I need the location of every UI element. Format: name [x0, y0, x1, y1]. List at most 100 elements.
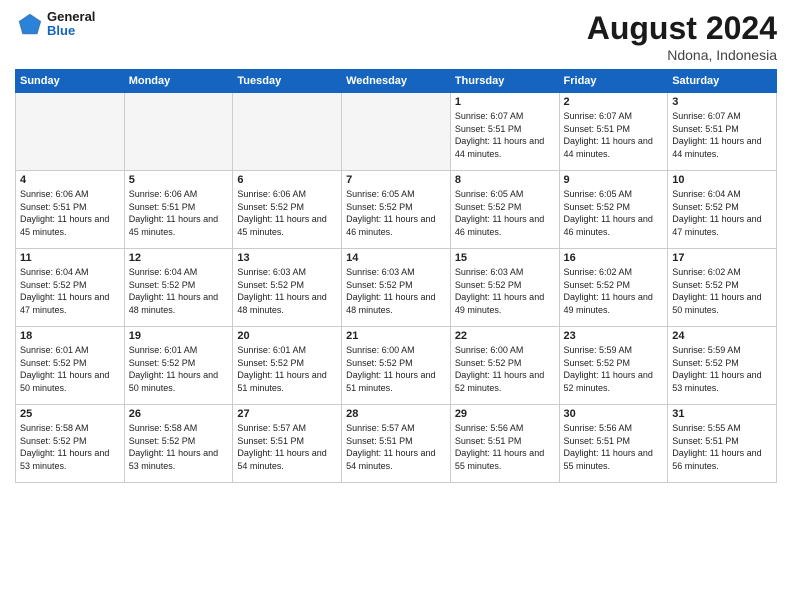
- cell-info: Sunrise: 6:01 AMSunset: 5:52 PMDaylight:…: [237, 344, 337, 394]
- cell-info: Sunrise: 5:59 AMSunset: 5:52 PMDaylight:…: [564, 344, 664, 394]
- day-number: 31: [672, 408, 772, 420]
- cell-info: Sunrise: 5:55 AMSunset: 5:51 PMDaylight:…: [672, 422, 772, 472]
- title-block: August 2024 Ndona, Indonesia: [587, 10, 777, 63]
- cell-info: Sunrise: 5:57 AMSunset: 5:51 PMDaylight:…: [346, 422, 446, 472]
- day-number: 20: [237, 330, 337, 342]
- month-year: August 2024: [587, 10, 777, 47]
- day-number: 17: [672, 252, 772, 264]
- cell-info: Sunrise: 6:06 AMSunset: 5:51 PMDaylight:…: [129, 188, 229, 238]
- calendar-cell: 10Sunrise: 6:04 AMSunset: 5:52 PMDayligh…: [668, 171, 777, 249]
- day-number: 3: [672, 96, 772, 108]
- calendar-cell: 23Sunrise: 5:59 AMSunset: 5:52 PMDayligh…: [559, 327, 668, 405]
- calendar-week-3: 11 Sunrise: 6:04 AMSunset: 5:52 PMDayligh…: [16, 249, 777, 327]
- cell-info: Sunrise: 6:01 AMSunset: 5:52 PMDaylight:…: [20, 344, 120, 394]
- day-number: 2: [564, 96, 664, 108]
- calendar-cell: 8 Sunrise: 6:05 AMSunset: 5:52 PMDaylight…: [450, 171, 559, 249]
- calendar-cell: 5 Sunrise: 6:06 AMSunset: 5:51 PMDaylight…: [124, 171, 233, 249]
- calendar-week-4: 18 Sunrise: 6:01 AMSunset: 5:52 PMDayligh…: [16, 327, 777, 405]
- calendar-week-5: 25 Sunrise: 5:58 AMSunset: 5:52 PMDayligh…: [16, 405, 777, 483]
- day-header-tuesday: Tuesday: [233, 70, 342, 93]
- day-number: 4: [20, 174, 120, 186]
- calendar-cell: 14 Sunrise: 6:03 AMSunset: 5:52 PMDayligh…: [342, 249, 451, 327]
- logo-text: General Blue: [47, 10, 95, 39]
- calendar-cell: 25 Sunrise: 5:58 AMSunset: 5:52 PMDayligh…: [16, 405, 125, 483]
- logo: General Blue: [15, 10, 95, 39]
- header: General Blue August 2024 Ndona, Indonesi…: [15, 10, 777, 63]
- cell-info: Sunrise: 6:02 AMSunset: 5:52 PMDaylight:…: [672, 266, 772, 316]
- day-number: 15: [455, 252, 555, 264]
- cell-info: Sunrise: 6:06 AMSunset: 5:51 PMDaylight:…: [20, 188, 120, 238]
- calendar-cell: 6 Sunrise: 6:06 AMSunset: 5:52 PMDaylight…: [233, 171, 342, 249]
- day-number: 21: [346, 330, 446, 342]
- calendar-table: SundayMondayTuesdayWednesdayThursdayFrid…: [15, 69, 777, 483]
- day-number: 28: [346, 408, 446, 420]
- day-number: 22: [455, 330, 555, 342]
- calendar-cell: 27 Sunrise: 5:57 AMSunset: 5:51 PMDayligh…: [233, 405, 342, 483]
- calendar-cell: 12Sunrise: 6:04 AMSunset: 5:52 PMDayligh…: [124, 249, 233, 327]
- calendar-header-row: SundayMondayTuesdayWednesdayThursdayFrid…: [16, 70, 777, 93]
- cell-info: Sunrise: 6:07 AMSunset: 5:51 PMDaylight:…: [564, 110, 664, 160]
- calendar-body: 1Sunrise: 6:07 AMSunset: 5:51 PMDaylight…: [16, 93, 777, 483]
- day-number: 12: [129, 252, 229, 264]
- calendar-week-2: 4 Sunrise: 6:06 AMSunset: 5:51 PMDaylight…: [16, 171, 777, 249]
- logo-icon: [15, 10, 43, 38]
- cell-info: Sunrise: 6:05 AMSunset: 5:52 PMDaylight:…: [564, 188, 664, 238]
- day-number: 29: [455, 408, 555, 420]
- calendar-cell: 7Sunrise: 6:05 AMSunset: 5:52 PMDaylight…: [342, 171, 451, 249]
- calendar-cell: 26 Sunrise: 5:58 AMSunset: 5:52 PMDayligh…: [124, 405, 233, 483]
- cell-info: Sunrise: 6:05 AMSunset: 5:52 PMDaylight:…: [455, 188, 555, 238]
- day-number: 18: [20, 330, 120, 342]
- day-number: 9: [564, 174, 664, 186]
- calendar-cell: 30Sunrise: 5:56 AMSunset: 5:51 PMDayligh…: [559, 405, 668, 483]
- calendar-cell: [124, 93, 233, 171]
- cell-info: Sunrise: 6:03 AMSunset: 5:52 PMDaylight:…: [455, 266, 555, 316]
- location: Ndona, Indonesia: [587, 47, 777, 63]
- cell-info: Sunrise: 5:58 AMSunset: 5:52 PMDaylight:…: [129, 422, 229, 472]
- calendar-cell: 28 Sunrise: 5:57 AMSunset: 5:51 PMDayligh…: [342, 405, 451, 483]
- day-number: 27: [237, 408, 337, 420]
- cell-info: Sunrise: 6:03 AMSunset: 5:52 PMDaylight:…: [237, 266, 337, 316]
- calendar-cell: 3Sunrise: 6:07 AMSunset: 5:51 PMDaylight…: [668, 93, 777, 171]
- day-header-wednesday: Wednesday: [342, 70, 451, 93]
- cell-info: Sunrise: 6:00 AMSunset: 5:52 PMDaylight:…: [346, 344, 446, 394]
- day-header-friday: Friday: [559, 70, 668, 93]
- day-header-saturday: Saturday: [668, 70, 777, 93]
- calendar-cell: 17 Sunrise: 6:02 AMSunset: 5:52 PMDayligh…: [668, 249, 777, 327]
- day-number: 6: [237, 174, 337, 186]
- cell-info: Sunrise: 6:06 AMSunset: 5:52 PMDaylight:…: [237, 188, 337, 238]
- day-number: 26: [129, 408, 229, 420]
- page-container: General Blue August 2024 Ndona, Indonesi…: [0, 0, 792, 493]
- day-number: 19: [129, 330, 229, 342]
- calendar-cell: 19 Sunrise: 6:01 AMSunset: 5:52 PMDayligh…: [124, 327, 233, 405]
- calendar-cell: 24 Sunrise: 5:59 AMSunset: 5:52 PMDayligh…: [668, 327, 777, 405]
- day-number: 10: [672, 174, 772, 186]
- day-number: 16: [564, 252, 664, 264]
- cell-info: Sunrise: 6:03 AMSunset: 5:52 PMDaylight:…: [346, 266, 446, 316]
- cell-info: Sunrise: 6:00 AMSunset: 5:52 PMDaylight:…: [455, 344, 555, 394]
- day-number: 8: [455, 174, 555, 186]
- calendar-cell: 4 Sunrise: 6:06 AMSunset: 5:51 PMDaylight…: [16, 171, 125, 249]
- day-number: 14: [346, 252, 446, 264]
- cell-info: Sunrise: 5:57 AMSunset: 5:51 PMDaylight:…: [237, 422, 337, 472]
- calendar-cell: 2 Sunrise: 6:07 AMSunset: 5:51 PMDaylight…: [559, 93, 668, 171]
- cell-info: Sunrise: 6:01 AMSunset: 5:52 PMDaylight:…: [129, 344, 229, 394]
- day-number: 25: [20, 408, 120, 420]
- cell-info: Sunrise: 5:59 AMSunset: 5:52 PMDaylight:…: [672, 344, 772, 394]
- cell-info: Sunrise: 6:07 AMSunset: 5:51 PMDaylight:…: [455, 110, 555, 160]
- cell-info: Sunrise: 6:04 AMSunset: 5:52 PMDaylight:…: [20, 266, 120, 316]
- day-number: 30: [564, 408, 664, 420]
- calendar-cell: 16 Sunrise: 6:02 AMSunset: 5:52 PMDayligh…: [559, 249, 668, 327]
- day-number: 24: [672, 330, 772, 342]
- calendar-cell: [16, 93, 125, 171]
- day-number: 5: [129, 174, 229, 186]
- day-number: 13: [237, 252, 337, 264]
- cell-info: Sunrise: 6:02 AMSunset: 5:52 PMDaylight:…: [564, 266, 664, 316]
- calendar-cell: 29Sunrise: 5:56 AMSunset: 5:51 PMDayligh…: [450, 405, 559, 483]
- day-number: 11: [20, 252, 120, 264]
- calendar-cell: 21 Sunrise: 6:00 AMSunset: 5:52 PMDayligh…: [342, 327, 451, 405]
- day-number: 7: [346, 174, 446, 186]
- calendar-cell: 9 Sunrise: 6:05 AMSunset: 5:52 PMDaylight…: [559, 171, 668, 249]
- calendar-cell: 13 Sunrise: 6:03 AMSunset: 5:52 PMDayligh…: [233, 249, 342, 327]
- cell-info: Sunrise: 5:58 AMSunset: 5:52 PMDaylight:…: [20, 422, 120, 472]
- calendar-cell: 11 Sunrise: 6:04 AMSunset: 5:52 PMDayligh…: [16, 249, 125, 327]
